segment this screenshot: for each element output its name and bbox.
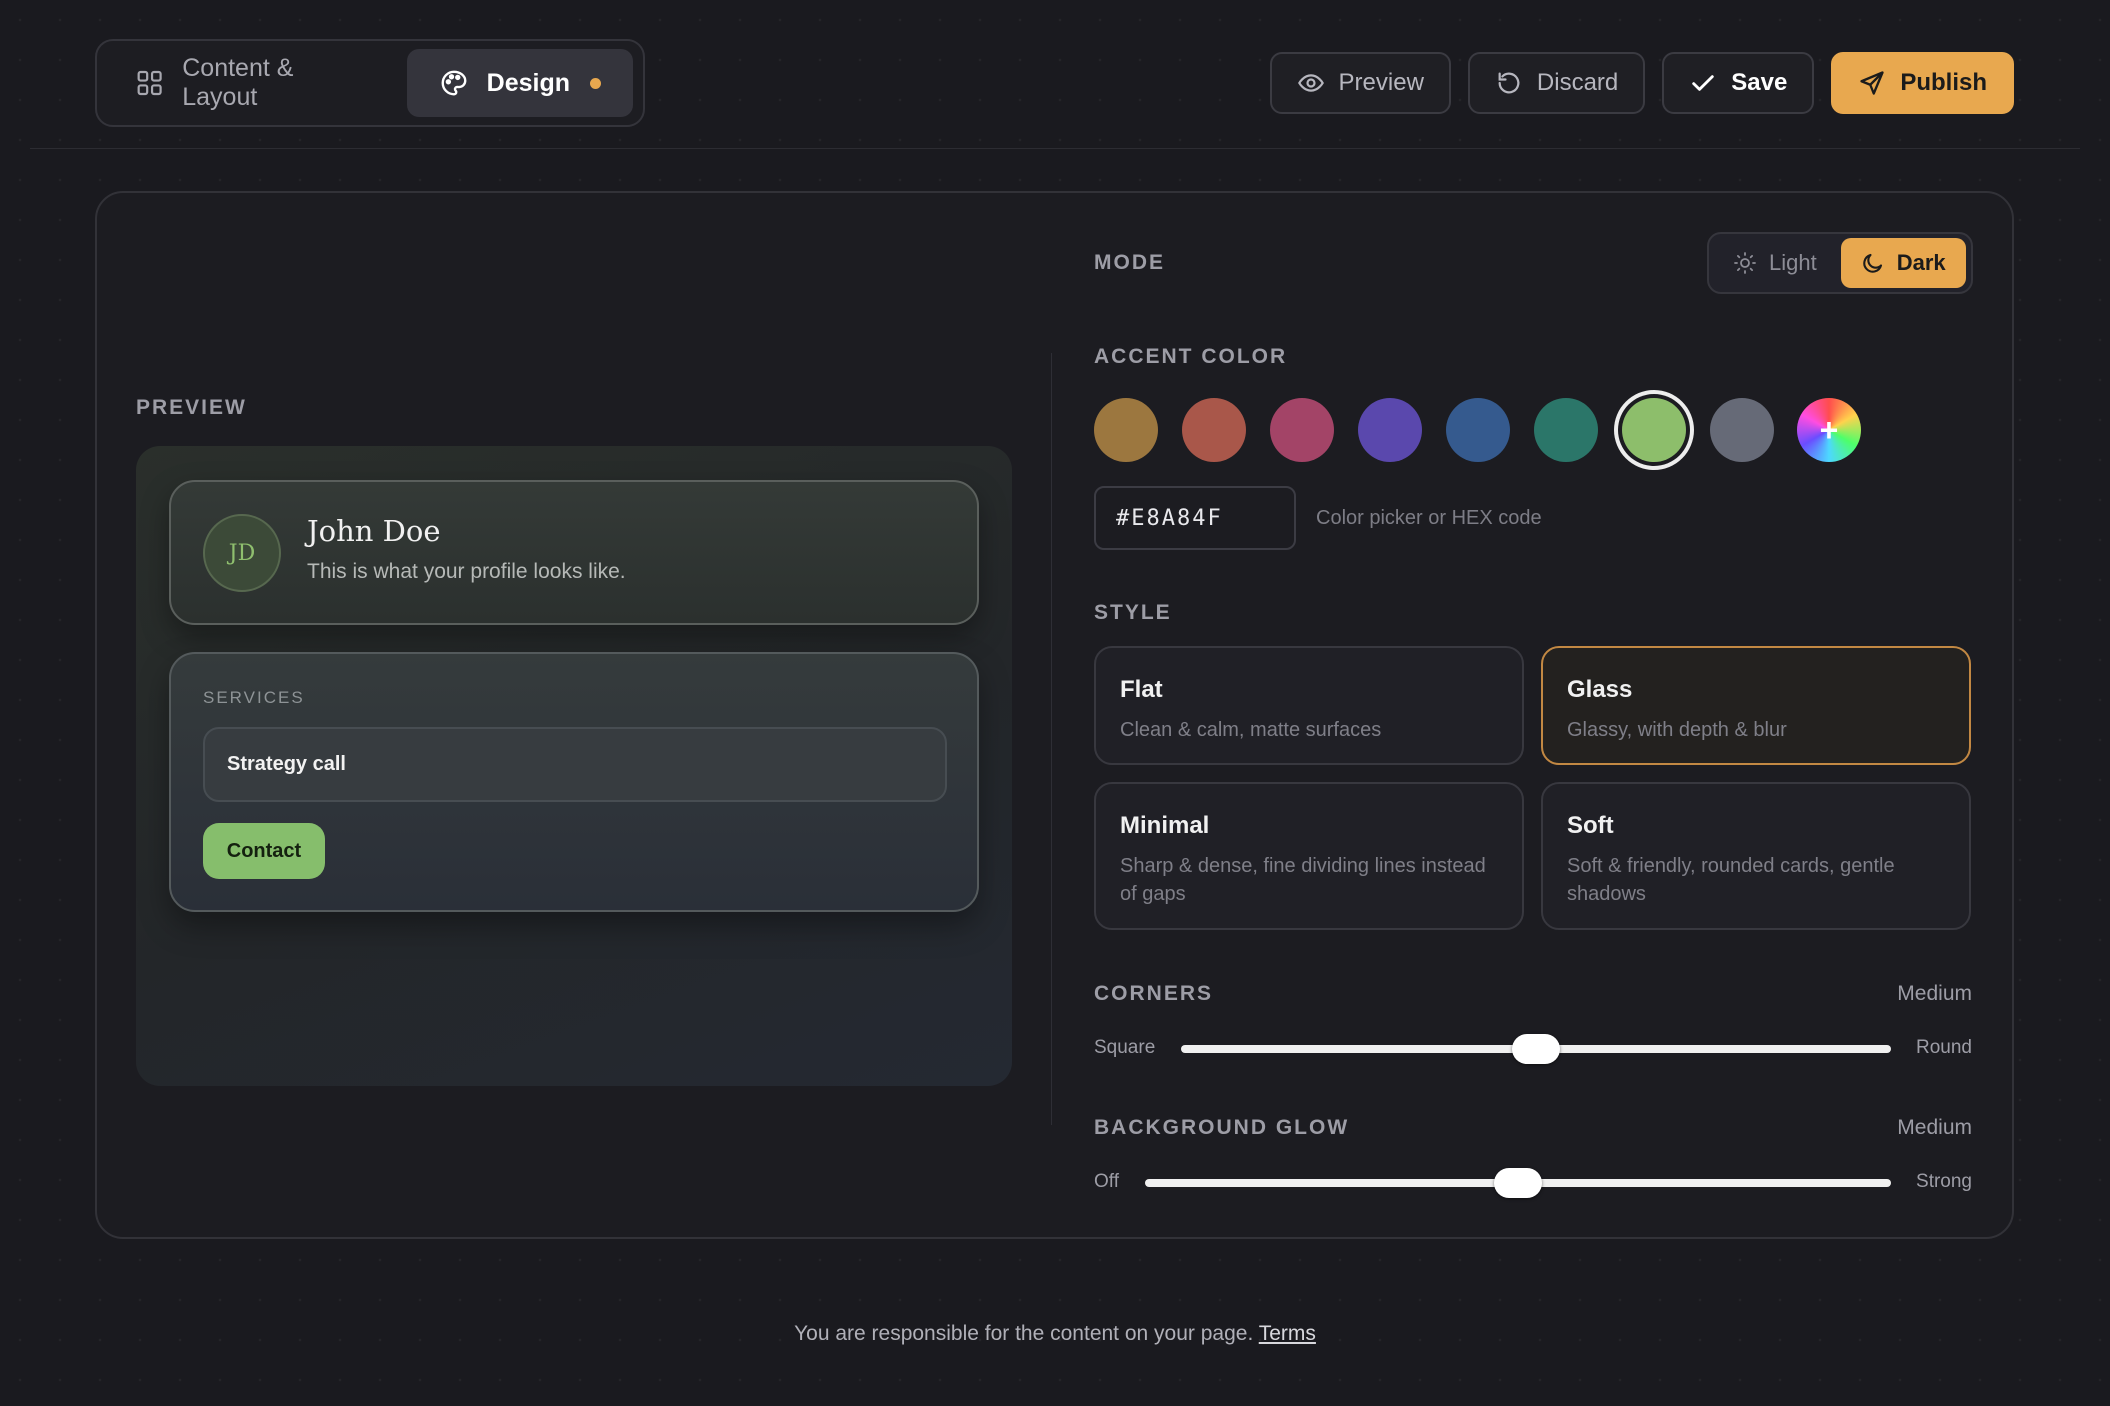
services-label: SERVICES (203, 688, 305, 707)
glow-section-label: BACKGROUND GLOW (1094, 1116, 1350, 1139)
preview-button-label: Preview (1338, 69, 1424, 96)
eye-icon (1297, 74, 1324, 92)
mode-dark-option[interactable]: Dark (1840, 238, 1966, 288)
discard-button[interactable]: Discard (1467, 52, 1646, 114)
header-divider (30, 148, 2080, 149)
tab-design[interactable]: Design (406, 49, 633, 117)
publish-button-label: Publish (1900, 69, 1987, 96)
profile-card: JD John Doe This is what your profile lo… (169, 480, 979, 625)
undo-icon (1498, 72, 1520, 94)
glow-slider[interactable] (1145, 1168, 1891, 1198)
corners-min-label: Square (1094, 1037, 1156, 1058)
mode-dark-label: Dark (1896, 250, 1946, 275)
accent-swatch[interactable] (1094, 398, 1158, 462)
tab-label: Content & Layout (182, 54, 294, 111)
preview-button[interactable]: Preview (1269, 52, 1451, 114)
sun-icon (1734, 252, 1756, 274)
moon-icon (1863, 253, 1882, 273)
style-section-label: STYLE (1094, 601, 1172, 624)
glow-max-label: Strong (1916, 1171, 1972, 1192)
save-button[interactable]: Save (1662, 52, 1815, 114)
mode-toggle: Light Dark (1707, 232, 1973, 294)
send-icon (1860, 71, 1884, 95)
grid-icon (137, 70, 162, 96)
footer: You are responsible for the content on y… (0, 1322, 2110, 1346)
glow-slider-thumb[interactable] (1494, 1168, 1542, 1198)
accent-swatch[interactable] (1534, 398, 1598, 462)
glow-min-label: Off (1094, 1171, 1119, 1192)
mode-light-option[interactable]: Light (1713, 238, 1837, 288)
style-soft-card[interactable]: Soft Soft & friendly, rounded cards, gen… (1541, 782, 1971, 930)
style-desc: Soft & friendly, rounded cards, gentle s… (1567, 855, 1895, 905)
footer-text: You are responsible for the content on y… (794, 1322, 1254, 1345)
corners-slider-thumb[interactable] (1512, 1034, 1560, 1064)
accent-swatch[interactable] (1446, 398, 1510, 462)
style-title: Minimal (1120, 812, 1210, 839)
service-item[interactable]: Strategy call (203, 727, 947, 802)
contact-button[interactable]: Contact (203, 823, 325, 879)
style-title: Soft (1567, 812, 1614, 839)
mode-section-label: MODE (1094, 251, 1165, 274)
editor-tabs: Content & Layout Design (95, 39, 645, 127)
style-title: Glass (1567, 676, 1633, 703)
style-desc: Sharp & dense, fine dividing lines inste… (1120, 855, 1486, 905)
services-card: SERVICES Strategy call Contact (169, 652, 979, 912)
profile-name: John Doe (307, 514, 441, 548)
corners-slider[interactable] (1181, 1034, 1891, 1064)
accent-swatch[interactable] (1358, 398, 1422, 462)
corners-section-label: CORNERS (1094, 982, 1214, 1005)
style-title: Flat (1120, 676, 1163, 703)
accent-swatch[interactable] (1270, 398, 1334, 462)
save-button-label: Save (1731, 69, 1788, 96)
accent-swatch[interactable] (1710, 398, 1774, 462)
palette-icon (441, 70, 467, 96)
hex-input[interactable] (1094, 486, 1296, 550)
style-flat-card[interactable]: Flat Clean & calm, matte surfaces (1094, 646, 1524, 765)
terms-link[interactable]: Terms (1259, 1322, 1316, 1345)
header-actions: Preview Discard Save Publish (1269, 52, 2014, 114)
style-glass-card[interactable]: Glass Glassy, with depth & blur (1541, 646, 1971, 765)
avatar: JD (203, 514, 281, 592)
accent-swatch[interactable] (1622, 398, 1686, 462)
style-desc: Clean & calm, matte surfaces (1120, 719, 1382, 741)
custom-color-button[interactable]: + (1797, 398, 1861, 462)
style-minimal-card[interactable]: Minimal Sharp & dense, fine dividing lin… (1094, 782, 1524, 930)
column-divider (1051, 353, 1052, 1125)
corners-value: Medium (1897, 982, 1972, 1005)
discard-button-label: Discard (1536, 69, 1619, 96)
check-icon (1692, 75, 1714, 91)
preview-section-label: PREVIEW (136, 396, 247, 419)
glow-value: Medium (1897, 1116, 1972, 1139)
mode-light-label: Light (1769, 250, 1817, 275)
accent-swatch[interactable] (1182, 398, 1246, 462)
corners-max-label: Round (1916, 1037, 1972, 1058)
accent-section-label: ACCENT COLOR (1094, 345, 1288, 368)
tab-label: Design (486, 68, 570, 97)
profile-subtitle: This is what your profile looks like. (307, 560, 626, 583)
tab-content-layout[interactable]: Content & Layout (107, 49, 399, 117)
hex-hint: Color picker or HEX code (1316, 507, 1542, 529)
publish-button[interactable]: Publish (1831, 52, 2014, 114)
unsaved-indicator (590, 77, 601, 89)
style-desc: Glassy, with depth & blur (1567, 719, 1787, 741)
